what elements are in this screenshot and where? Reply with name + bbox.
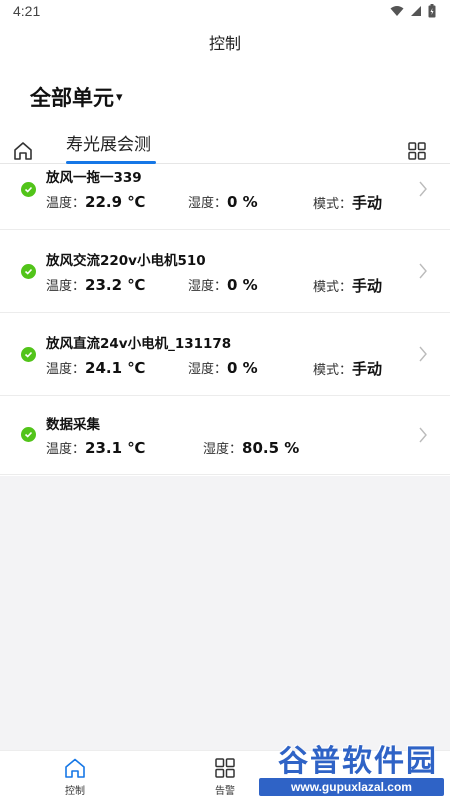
mode-value: 手动 xyxy=(352,360,383,378)
nav-label-control: 控制 xyxy=(65,786,85,797)
temperature-field: 温度： 22.9 ℃ xyxy=(46,192,145,211)
status-icons xyxy=(390,4,436,18)
mode-label: 模式： xyxy=(313,363,353,378)
device-card[interactable]: 放风直流24v小电机_131178 温度： 24.1 ℃ 湿度： 0 % 模式：… xyxy=(0,313,450,396)
temperature-value: 23.2 ℃ xyxy=(85,276,146,294)
temperature-field: 温度： 23.1 ℃ xyxy=(46,438,145,457)
device-card[interactable]: 放风交流220v小电机510 温度： 23.2 ℃ 湿度： 0 % 模式： 手动 xyxy=(0,230,450,313)
watermark-url: www.gupuxlazal.com xyxy=(259,778,444,796)
humidity-field: 湿度： 0 % xyxy=(188,358,258,377)
temperature-label: 温度： xyxy=(46,362,86,377)
temperature-value: 22.9 ℃ xyxy=(85,193,146,211)
home-icon[interactable] xyxy=(12,140,34,162)
tab-shouguang[interactable]: 寿光展会测 xyxy=(66,130,151,155)
humidity-value: 0 % xyxy=(227,276,258,294)
humidity-label: 湿度： xyxy=(203,442,243,457)
humidity-value: 0 % xyxy=(227,359,258,377)
caret-down-icon: ▾ xyxy=(116,89,123,105)
humidity-label: 湿度： xyxy=(188,279,228,294)
humidity-label: 湿度： xyxy=(188,196,228,211)
mode-label: 模式： xyxy=(313,197,353,212)
mode-value: 手动 xyxy=(352,277,383,295)
unit-selector[interactable]: 全部单元 ▾ xyxy=(30,82,123,112)
status-bar: 4:21 xyxy=(0,0,450,24)
humidity-field: 湿度： 0 % xyxy=(188,192,258,211)
temperature-field: 温度： 23.2 ℃ xyxy=(46,275,145,294)
temperature-label: 温度： xyxy=(46,279,86,294)
signal-icon xyxy=(411,6,421,16)
watermark: 谷普软件园 www.gupuxlazal.com xyxy=(251,736,446,798)
mode-field: 模式： 手动 xyxy=(313,192,382,213)
device-name: 数据采集 xyxy=(46,417,100,433)
humidity-label: 湿度： xyxy=(188,362,228,377)
check-circle-icon xyxy=(21,182,36,197)
humidity-value: 80.5 % xyxy=(242,439,300,457)
watermark-title: 谷普软件园 xyxy=(278,744,438,779)
empty-area xyxy=(0,476,450,750)
chevron-right-icon xyxy=(419,181,427,197)
humidity-field: 湿度： 0 % xyxy=(188,275,258,294)
nav-item-control[interactable]: 控制 xyxy=(45,757,105,797)
chevron-right-icon xyxy=(419,427,427,443)
chevron-right-icon xyxy=(419,346,427,362)
device-card[interactable]: 放风一拖一339 温度： 22.9 ℃ 湿度： 0 % 模式： 手动 xyxy=(0,164,450,230)
check-circle-icon xyxy=(21,427,36,442)
chevron-right-icon xyxy=(419,263,427,279)
grid-view-icon[interactable] xyxy=(408,142,426,160)
device-card[interactable]: 数据采集 温度： 23.1 ℃ 湿度： 80.5 % xyxy=(0,396,450,475)
device-name: 放风交流220v小电机510 xyxy=(46,253,206,269)
grid-icon xyxy=(215,758,235,778)
temperature-label: 温度： xyxy=(46,196,86,211)
wifi-icon xyxy=(390,6,404,16)
mode-field: 模式： 手动 xyxy=(313,358,382,379)
temperature-value: 23.1 ℃ xyxy=(85,439,146,457)
humidity-value: 0 % xyxy=(227,193,258,211)
temperature-value: 24.1 ℃ xyxy=(85,359,146,377)
device-name: 放风直流24v小电机_131178 xyxy=(46,336,232,352)
device-name: 放风一拖一339 xyxy=(46,170,142,186)
status-time: 4:21 xyxy=(13,3,41,19)
device-list: 放风一拖一339 温度： 22.9 ℃ 湿度： 0 % 模式： 手动 放风交流2… xyxy=(0,164,450,475)
check-circle-icon xyxy=(21,264,36,279)
mode-field: 模式： 手动 xyxy=(313,275,382,296)
check-circle-icon xyxy=(21,347,36,362)
mode-value: 手动 xyxy=(352,194,383,212)
tab-bar: 寿光展会测 xyxy=(0,126,450,164)
humidity-field: 湿度： 80.5 % xyxy=(203,438,299,457)
battery-icon xyxy=(428,4,436,18)
temperature-field: 温度： 24.1 ℃ xyxy=(46,358,145,377)
page-title: 控制 xyxy=(208,34,241,53)
nav-item-alarm[interactable]: 告警 xyxy=(195,757,255,797)
nav-label-alarm: 告警 xyxy=(215,786,235,797)
temperature-label: 温度： xyxy=(46,442,86,457)
mode-label: 模式： xyxy=(313,280,353,295)
home-icon xyxy=(65,758,85,778)
unit-selector-label: 全部单元 xyxy=(30,86,114,110)
